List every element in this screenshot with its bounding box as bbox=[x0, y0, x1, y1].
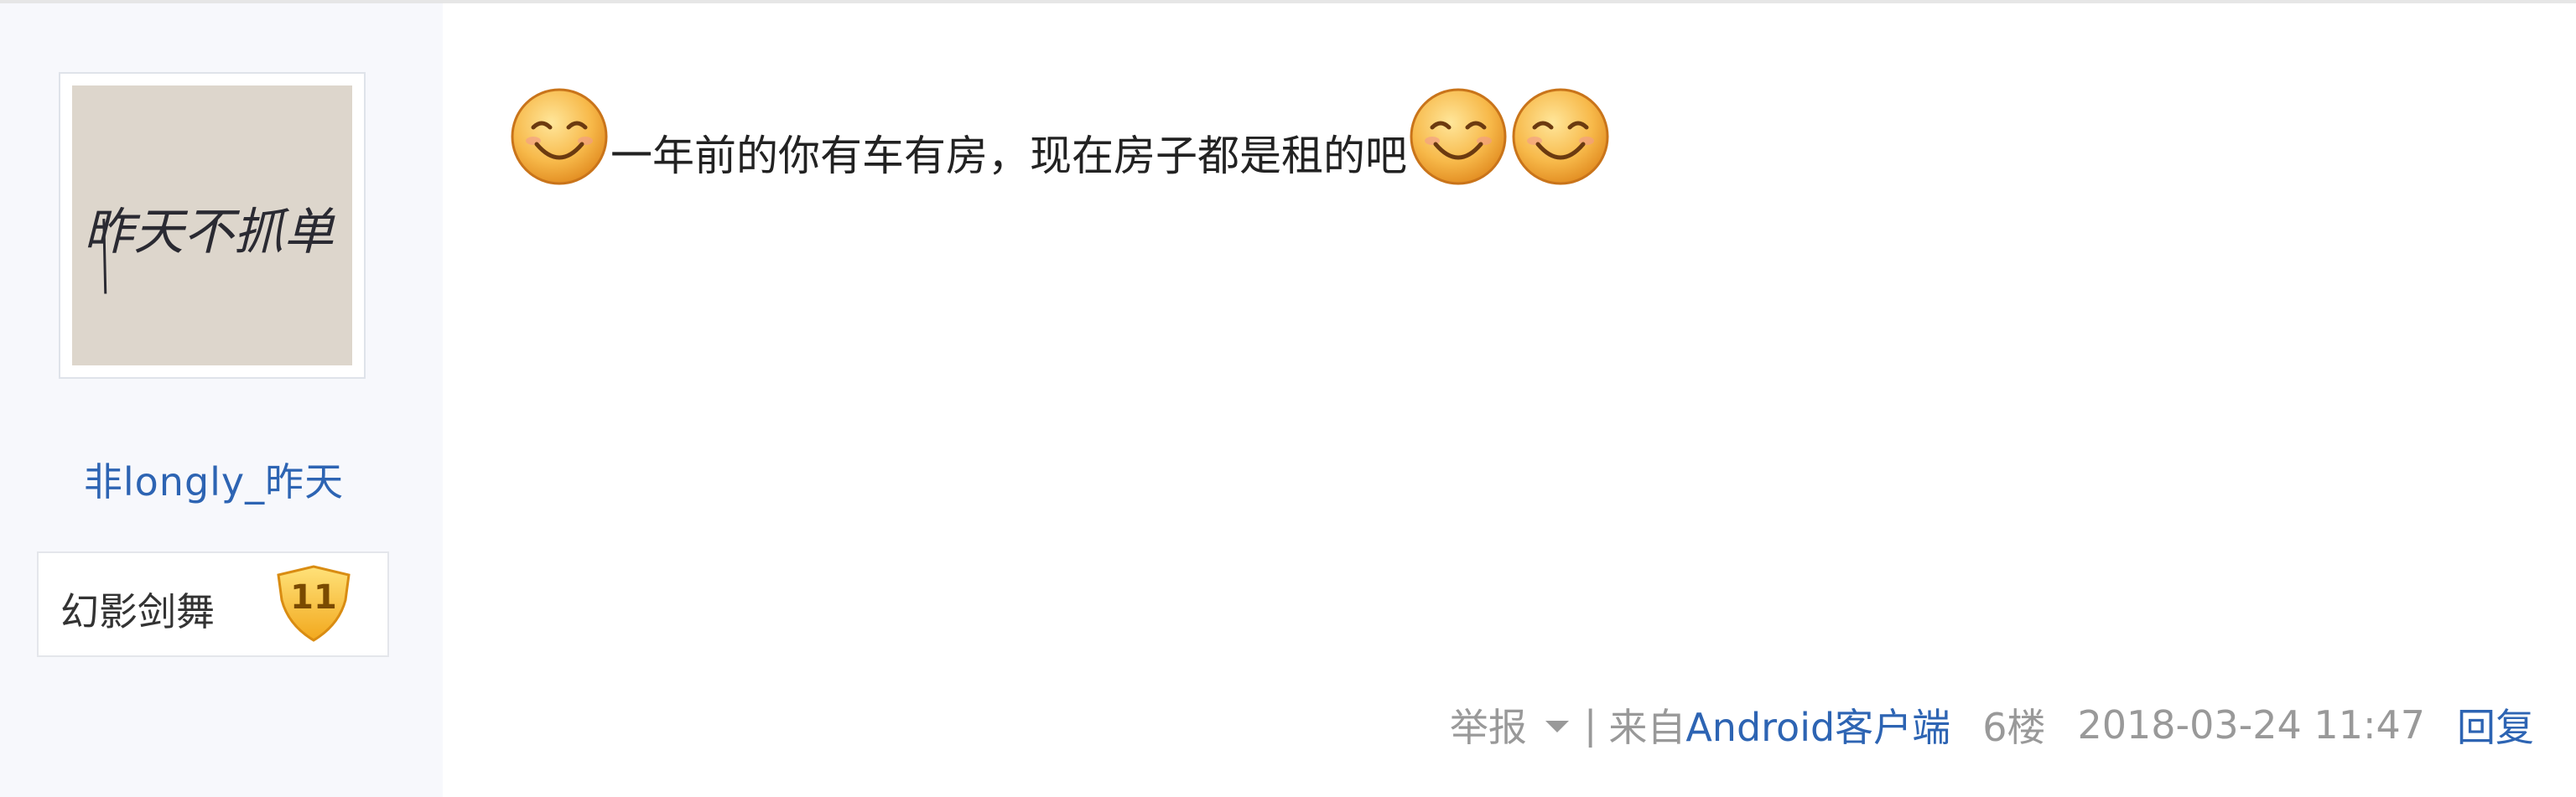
separator: | bbox=[1583, 702, 1597, 748]
post-content: 一年前的你有车有房，现在房子都是租的吧 bbox=[508, 70, 1612, 188]
smiley-face-icon bbox=[1509, 85, 1612, 188]
username-link[interactable]: 非longly_昨天 bbox=[0, 452, 428, 507]
post-footer: 举报 | 来自 Android客户端 6楼 2018-03-24 11:47 回… bbox=[1450, 697, 2534, 753]
source-prefix: 来自 bbox=[1608, 705, 1686, 750]
post-text: 一年前的你有车有房，现在房子都是租的吧 bbox=[610, 132, 1407, 180]
level-shield-icon: 11 bbox=[272, 563, 356, 644]
member-badge[interactable]: 幻影剑舞 11 bbox=[37, 551, 389, 657]
floor-number: 6楼 bbox=[1982, 705, 2046, 750]
client-link[interactable]: Android客户端 bbox=[1685, 697, 1950, 753]
reply-link[interactable]: 回复 bbox=[2457, 697, 2534, 753]
report-link[interactable]: 举报 bbox=[1450, 697, 1527, 753]
badge-level-number: 11 bbox=[290, 578, 337, 617]
author-sidebar: 昨天不抓单 非longly_昨天 幻影剑舞 11 bbox=[0, 3, 443, 797]
smiley-face-icon bbox=[508, 85, 610, 188]
avatar[interactable]: 昨天不抓单 bbox=[59, 72, 366, 379]
avatar-image: 昨天不抓单 bbox=[72, 85, 352, 365]
chevron-down-icon[interactable] bbox=[1545, 721, 1569, 732]
avatar-handwriting: 昨天不抓单 bbox=[84, 204, 335, 261]
post-timestamp: 2018-03-24 11:47 bbox=[2077, 702, 2425, 748]
badge-name: 幻影剑舞 bbox=[60, 589, 215, 634]
post-floor: 昨天不抓单 非longly_昨天 幻影剑舞 11 一年前的你有车有房，现在房子都… bbox=[0, 0, 2576, 797]
smiley-face-icon bbox=[1407, 85, 1509, 188]
